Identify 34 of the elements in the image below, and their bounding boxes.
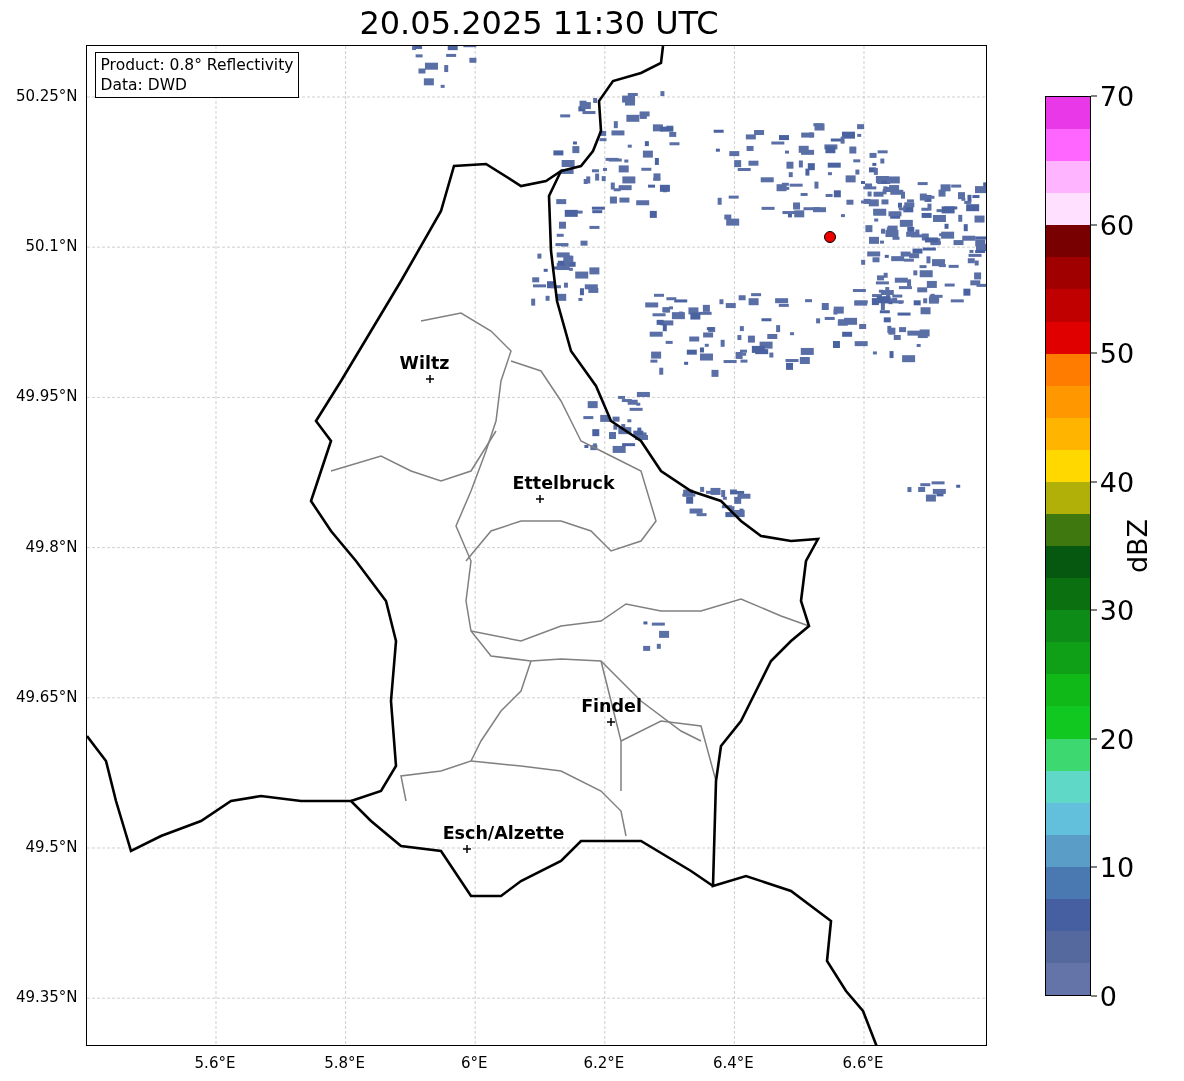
- scale-tick-label: 70: [1099, 82, 1135, 110]
- scale-tick-label: 40: [1099, 468, 1135, 496]
- city-marker-icon: [534, 494, 545, 504]
- scale-tick-label: 50: [1099, 339, 1135, 367]
- latitude-label: 49.5°N: [25, 838, 78, 856]
- city-marker-icon: [424, 374, 435, 384]
- chart-title: 20.05.2025 11:30 UTC: [359, 6, 719, 39]
- info-text: Data: DWD: [100, 75, 188, 95]
- city-label: Findel: [581, 696, 642, 716]
- longitude-label: 5.8°E: [324, 1054, 365, 1072]
- latitude-label: 49.95°N: [15, 387, 78, 406]
- city-label: Esch/Alzette: [442, 823, 565, 843]
- longitude-label: 6.6°E: [842, 1054, 884, 1072]
- city-label: Wiltz: [399, 353, 450, 373]
- city-label: Ettelbruck: [512, 473, 615, 493]
- longitude-label: 6°E: [460, 1054, 488, 1072]
- scale-tick-label: 0: [1099, 982, 1117, 1010]
- radar-site-icon: [823, 231, 836, 243]
- latitude-label: 49.35°N: [15, 988, 78, 1007]
- info-text: Product: 0.8° Reflectivity: [100, 55, 294, 75]
- latitude-label: 50.25°N: [15, 87, 78, 105]
- scale-unit-label: dBZ: [1121, 518, 1153, 574]
- city-marker-icon: [605, 717, 616, 727]
- latitude-label: 49.65°N: [15, 687, 78, 706]
- longitude-label: 5.6°E: [194, 1054, 236, 1072]
- city-marker-icon: [461, 844, 472, 854]
- scale-tick-label: 60: [1099, 211, 1135, 239]
- latitude-label: 50.1°N: [25, 237, 78, 256]
- scale-tick-label: 20: [1099, 725, 1135, 753]
- longitude-label: 6.4°E: [712, 1054, 754, 1072]
- scale-tick-label: 30: [1099, 596, 1135, 624]
- scale-tick-label: 10: [1099, 853, 1135, 881]
- latitude-label: 49.8°N: [25, 537, 78, 556]
- longitude-label: 6.2°E: [583, 1054, 625, 1072]
